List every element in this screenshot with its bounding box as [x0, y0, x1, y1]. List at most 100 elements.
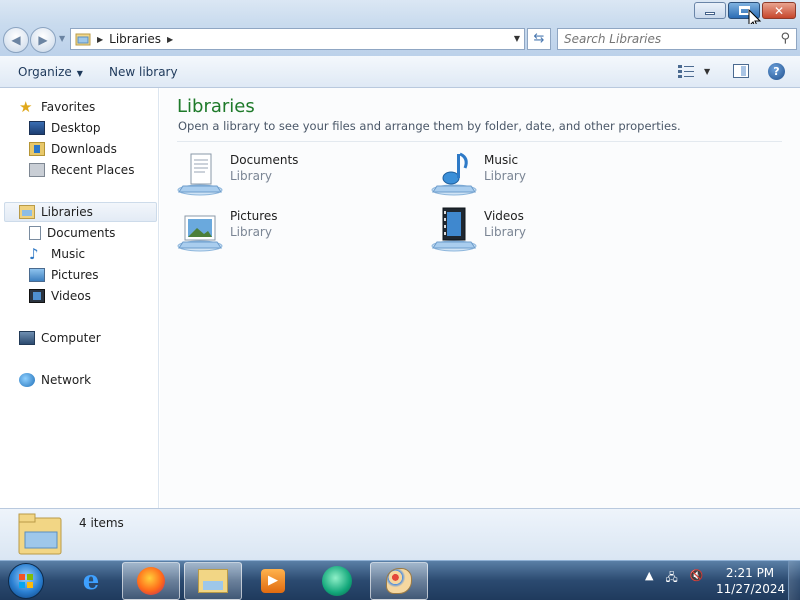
windows-explorer-icon: [198, 569, 228, 593]
navigation-pane: ★ Favorites Desktop Downloads Recent Pla…: [0, 88, 159, 508]
help-button[interactable]: ?: [768, 63, 785, 80]
internet-explorer-icon: e: [82, 566, 100, 596]
taskbar-media-player[interactable]: ▶: [244, 562, 302, 600]
nav-desktop-label: Desktop: [51, 121, 101, 135]
nav-pictures[interactable]: Pictures: [29, 265, 99, 285]
organize-menu[interactable]: Organize ▼: [18, 65, 83, 79]
command-bar: Organize ▼ New library ▼ ?: [0, 56, 800, 88]
breadcrumb-libraries[interactable]: Libraries: [109, 32, 161, 46]
nav-videos-label: Videos: [51, 289, 91, 303]
show-hidden-icons-icon[interactable]: ▲: [645, 569, 653, 588]
address-dropdown-icon[interactable]: ▼: [514, 34, 520, 43]
clock[interactable]: 2:21 PM 11/27/2024: [716, 565, 786, 597]
documents-library-icon: [177, 153, 223, 196]
help-icon: ?: [773, 65, 780, 78]
search-input[interactable]: [564, 32, 764, 46]
taskbar-green-app[interactable]: [308, 562, 366, 600]
green-app-icon: [322, 566, 352, 596]
videos-library-icon: [431, 207, 477, 252]
taskbar-internet-explorer[interactable]: e: [62, 562, 120, 600]
view-options-chevron-icon[interactable]: ▼: [704, 67, 710, 76]
nav-recent-places-label: Recent Places: [51, 163, 135, 177]
pictures-library-icon: [177, 215, 223, 252]
new-library-button[interactable]: New library: [109, 65, 178, 79]
start-button[interactable]: [8, 563, 44, 599]
back-button[interactable]: ◀: [3, 27, 29, 53]
breadcrumb-separator-icon[interactable]: ▶: [97, 35, 103, 44]
library-item-music[interactable]: Music Library: [431, 150, 631, 198]
nav-libraries[interactable]: Libraries: [4, 202, 157, 222]
music-icon: ♪: [29, 245, 39, 263]
change-view-icon[interactable]: [678, 64, 696, 78]
library-item-kind: Library: [484, 169, 526, 183]
search-box[interactable]: ⚲: [557, 28, 797, 50]
volume-muted-icon[interactable]: 🔇: [690, 569, 704, 588]
search-icon[interactable]: ⚲: [780, 31, 790, 46]
clock-date: 11/27/2024: [716, 582, 786, 596]
pictures-icon: [29, 268, 45, 282]
nav-computer[interactable]: Computer: [19, 328, 101, 348]
preview-pane-button[interactable]: [733, 64, 749, 78]
clock-time: 2:21 PM: [725, 566, 775, 580]
library-item-name: Videos: [484, 209, 524, 223]
library-item-pictures[interactable]: Pictures Library: [177, 206, 377, 254]
organize-label: Organize: [18, 65, 72, 79]
show-desktop-button[interactable]: [788, 561, 800, 600]
address-bar[interactable]: ▶ Libraries ▶ ▼: [70, 28, 525, 50]
nav-documents[interactable]: Documents: [29, 223, 115, 243]
minimize-button[interactable]: [694, 2, 726, 19]
firefox-icon: [137, 567, 165, 595]
library-item-kind: Library: [484, 225, 526, 239]
nav-downloads[interactable]: Downloads: [29, 139, 117, 159]
refresh-button[interactable]: ⇆: [527, 28, 551, 50]
taskbar-firefox[interactable]: [122, 562, 180, 600]
nav-desktop[interactable]: Desktop: [29, 118, 101, 138]
breadcrumb-chevron-icon[interactable]: ▶: [167, 35, 173, 44]
address-row: ◀ ▶ ▼ ▶ Libraries ▶ ▼ ⇆ ⚲: [0, 24, 800, 56]
close-button[interactable]: ✕: [762, 2, 796, 19]
videos-icon: [29, 289, 45, 303]
nav-network[interactable]: Network: [19, 370, 91, 390]
media-player-icon: ▶: [261, 569, 285, 593]
item-count: 4 items: [79, 516, 124, 530]
title-bar: ✕: [0, 0, 800, 30]
libraries-icon: [19, 205, 35, 219]
taskbar-windows-explorer[interactable]: [184, 562, 242, 600]
paint-icon: [386, 568, 412, 594]
library-item-videos[interactable]: Videos Library: [431, 206, 631, 254]
library-item-name: Documents: [230, 153, 299, 167]
library-item-documents[interactable]: Documents Library: [177, 150, 377, 198]
system-tray: ▲ 🖧 🔇: [645, 569, 703, 588]
nav-network-label: Network: [41, 373, 92, 387]
music-library-icon: [431, 152, 477, 196]
recent-places-icon: [29, 163, 45, 177]
forward-button[interactable]: ▶: [30, 27, 56, 53]
network-status-icon[interactable]: 🖧: [665, 569, 677, 588]
details-pane: 4 items: [0, 508, 800, 560]
nav-music[interactable]: ♪ Music: [29, 244, 85, 264]
recent-pages-dropdown-icon[interactable]: ▼: [59, 34, 65, 43]
taskbar: e ▶ ▲ 🖧 🔇 2:21 PM 11/27/2024: [0, 560, 800, 600]
computer-icon: [19, 331, 35, 345]
nav-documents-label: Documents: [47, 226, 116, 240]
nav-computer-label: Computer: [41, 331, 101, 345]
window-controls: ✕: [694, 2, 796, 19]
nav-libraries-label: Libraries: [41, 205, 93, 219]
chevron-down-icon: ▼: [76, 69, 83, 78]
nav-videos[interactable]: Videos: [29, 286, 91, 306]
nav-favorites[interactable]: ★ Favorites: [19, 97, 95, 117]
nav-recent-places[interactable]: Recent Places: [29, 160, 134, 180]
library-item-kind: Library: [230, 169, 272, 183]
close-icon: ✕: [773, 3, 785, 18]
nav-downloads-label: Downloads: [51, 142, 117, 156]
taskbar-paint[interactable]: [370, 562, 428, 600]
library-item-name: Pictures: [230, 209, 278, 223]
nav-pictures-label: Pictures: [51, 268, 99, 282]
back-arrow-icon: ◀: [11, 33, 21, 47]
network-icon: [19, 373, 35, 387]
new-library-label: New library: [109, 65, 178, 79]
library-item-kind: Library: [230, 225, 272, 239]
downloads-folder-icon: [29, 142, 45, 156]
windows-logo-icon: [19, 574, 33, 588]
libraries-large-icon: [18, 513, 62, 555]
